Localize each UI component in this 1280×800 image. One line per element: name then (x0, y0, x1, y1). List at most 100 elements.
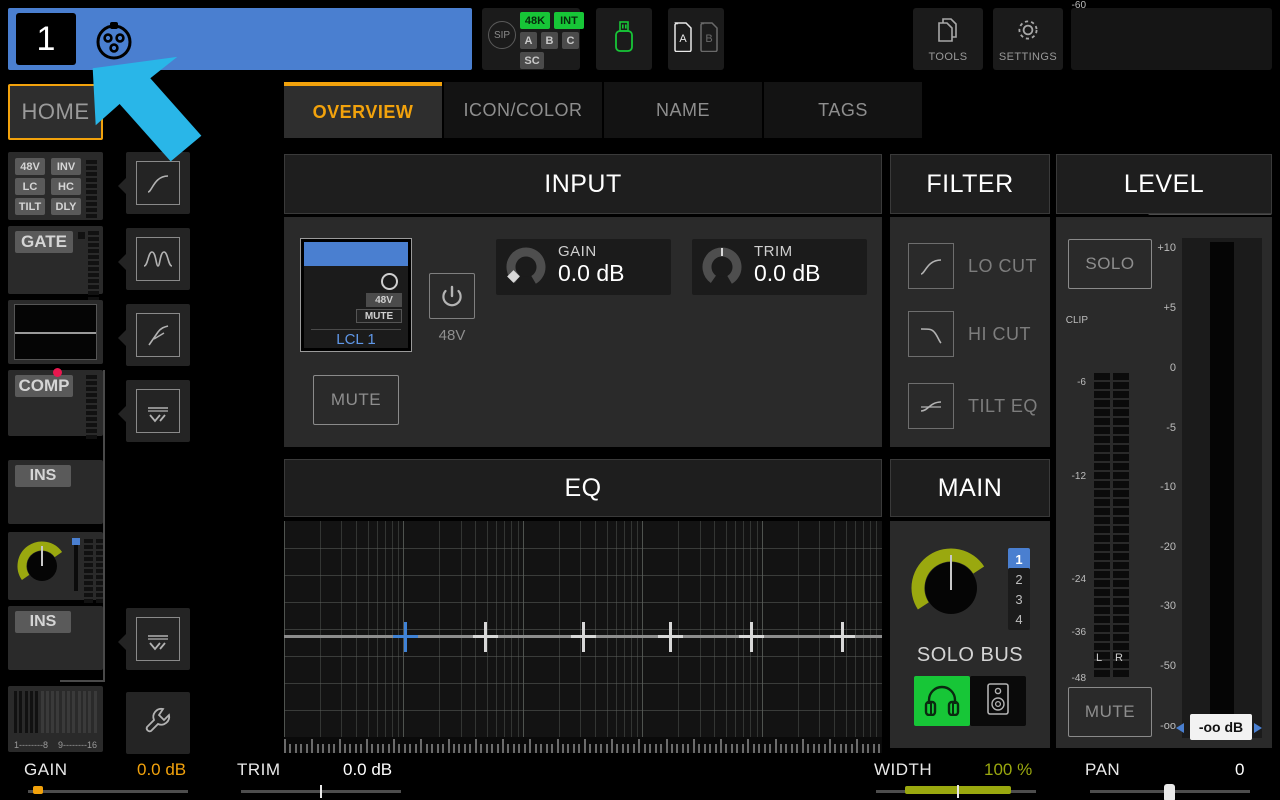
tab-name[interactable]: NAME (604, 82, 762, 138)
bottom-pan-handle[interactable] (1164, 784, 1175, 800)
routing-bars[interactable] (14, 691, 97, 733)
insert-1-button[interactable]: INS (15, 465, 71, 487)
sc-chip[interactable]: SC (520, 52, 544, 69)
usb-status-group[interactable] (596, 8, 652, 70)
card-slot-group[interactable]: A B (668, 8, 724, 70)
bus-select-3[interactable]: 3 (1008, 588, 1030, 610)
comp-button[interactable]: COMP (15, 375, 73, 397)
routing-bar[interactable] (67, 691, 70, 733)
icon-button-comp[interactable] (126, 304, 190, 366)
strip-insert-2-block[interactable]: INS (8, 606, 103, 670)
phantom-power-button[interactable] (429, 273, 475, 319)
toggle-tilt[interactable]: TILT (15, 198, 45, 215)
meter-segment (1094, 571, 1110, 578)
bottom-trim-handle[interactable] (320, 785, 322, 798)
bus-select-4[interactable]: 4 (1008, 608, 1030, 630)
strip-fader-rail[interactable] (74, 539, 78, 591)
routing-bar[interactable] (77, 691, 81, 733)
eq-graph[interactable] (284, 521, 882, 753)
bus-select-2[interactable]: 2 (1008, 568, 1030, 590)
toggle-inv[interactable]: INV (51, 158, 81, 175)
eq-ruler-tick (529, 739, 532, 753)
channel-banner[interactable]: 1 (8, 8, 472, 70)
eq-band-marker-cross[interactable] (830, 635, 855, 638)
eq-ruler-tick (594, 744, 597, 753)
routing-bar[interactable] (61, 691, 65, 733)
bottom-gain-track[interactable] (28, 790, 188, 793)
trim-knob[interactable] (700, 245, 744, 289)
filter-hi-cut[interactable]: HI CUT (908, 311, 1031, 357)
routing-bar[interactable] (72, 691, 76, 733)
meter-segment (1094, 373, 1110, 380)
slot-a-chip[interactable]: A (520, 32, 537, 49)
routing-bar[interactable] (45, 691, 49, 733)
slot-c-chip[interactable]: C (562, 32, 579, 49)
filter-lo-cut[interactable]: LO CUT (908, 243, 1037, 289)
sip-icon[interactable]: SIP (488, 21, 516, 49)
strip-toggles-block[interactable]: 48V INV LC HC TILT DLY (8, 152, 103, 220)
home-button[interactable]: HOME (8, 84, 103, 140)
routing-bar[interactable] (24, 691, 28, 733)
tab-overview[interactable]: OVERVIEW (284, 82, 442, 138)
toggle-dly[interactable]: DLY (51, 198, 81, 215)
routing-bar[interactable] (35, 691, 39, 733)
speaker-icon (985, 682, 1011, 721)
strip-level-knob[interactable] (14, 538, 70, 599)
input-source-tile[interactable]: 48V MUTE LCL 1 (300, 238, 412, 352)
routing-bar[interactable] (51, 691, 55, 733)
eq-band-marker-cross[interactable] (739, 635, 764, 638)
routing-bar[interactable] (88, 691, 92, 733)
status-group-clock[interactable]: SIP 48K INT A B C SC (482, 8, 584, 70)
routing-bar[interactable] (14, 691, 17, 733)
routing-bar[interactable] (93, 691, 97, 733)
solo-bus-speaker-button[interactable] (970, 676, 1026, 726)
strip-comp-block[interactable]: COMP (8, 370, 103, 439)
level-mute-button[interactable]: MUTE (1068, 687, 1152, 737)
routing-bar[interactable] (29, 691, 33, 733)
routing-bar[interactable] (40, 691, 44, 733)
card-slot-a-icon[interactable]: A (672, 21, 694, 57)
tab-tags[interactable]: TAGS (764, 82, 922, 138)
fader-handle[interactable] (1210, 242, 1234, 722)
strip-insert-1-block[interactable]: INS (8, 460, 103, 524)
eq-band-marker-cross[interactable] (571, 635, 596, 638)
solo-button[interactable]: SOLO (1068, 239, 1152, 289)
trim-control[interactable]: TRIM 0.0 dB (692, 239, 867, 295)
bottom-gain-handle[interactable] (33, 786, 43, 794)
clock-source-chip[interactable]: INT (554, 12, 584, 29)
tab-icon-color[interactable]: ICON/COLOR (444, 82, 602, 138)
eq-band-marker-cross[interactable] (393, 635, 418, 638)
slot-b-chip[interactable]: B (541, 32, 558, 49)
gain-control[interactable]: GAIN 0.0 dB (496, 239, 671, 295)
routing-bar[interactable] (82, 691, 86, 733)
main-level-knob[interactable] (908, 545, 994, 636)
filter-tilt-eq[interactable]: TILT EQ (908, 383, 1038, 429)
toggle-hc[interactable]: HC (51, 178, 81, 195)
icon-button-insert-1[interactable] (126, 380, 190, 442)
icon-button-insert-2[interactable] (126, 608, 190, 670)
toggle-lc[interactable]: LC (15, 178, 45, 195)
strip-level-block[interactable] (8, 532, 105, 603)
gate-button[interactable]: GATE (15, 231, 73, 253)
bus-select-1[interactable]: 1 (1008, 548, 1030, 570)
icon-button-tools[interactable] (126, 692, 190, 754)
routing-bar[interactable] (19, 691, 23, 733)
strip-fader-handle[interactable] (72, 538, 80, 545)
settings-button[interactable]: SETTINGS (993, 8, 1063, 70)
routing-bar[interactable] (56, 691, 60, 733)
strip-waveform-block[interactable] (8, 300, 103, 364)
icon-button-lo-cut[interactable] (126, 152, 190, 214)
strip-routing-block[interactable]: 1--------8 9--------16 (8, 686, 103, 752)
eq-band-marker-cross[interactable] (473, 635, 498, 638)
gain-knob[interactable] (504, 245, 548, 289)
insert-2-button[interactable]: INS (15, 611, 71, 633)
eq-band-marker-cross[interactable] (658, 635, 683, 638)
icon-button-eq[interactable] (126, 228, 190, 290)
solo-bus-headphone-button[interactable] (914, 676, 970, 726)
sample-rate-chip[interactable]: 48K (520, 12, 550, 29)
input-mute-button[interactable]: MUTE (313, 375, 399, 425)
toggle-48v[interactable]: 48V (15, 158, 45, 175)
strip-gate-block[interactable]: GATE (8, 226, 103, 307)
tools-button[interactable]: TOOLS (913, 8, 983, 70)
card-slot-b-icon[interactable]: B (698, 21, 720, 57)
